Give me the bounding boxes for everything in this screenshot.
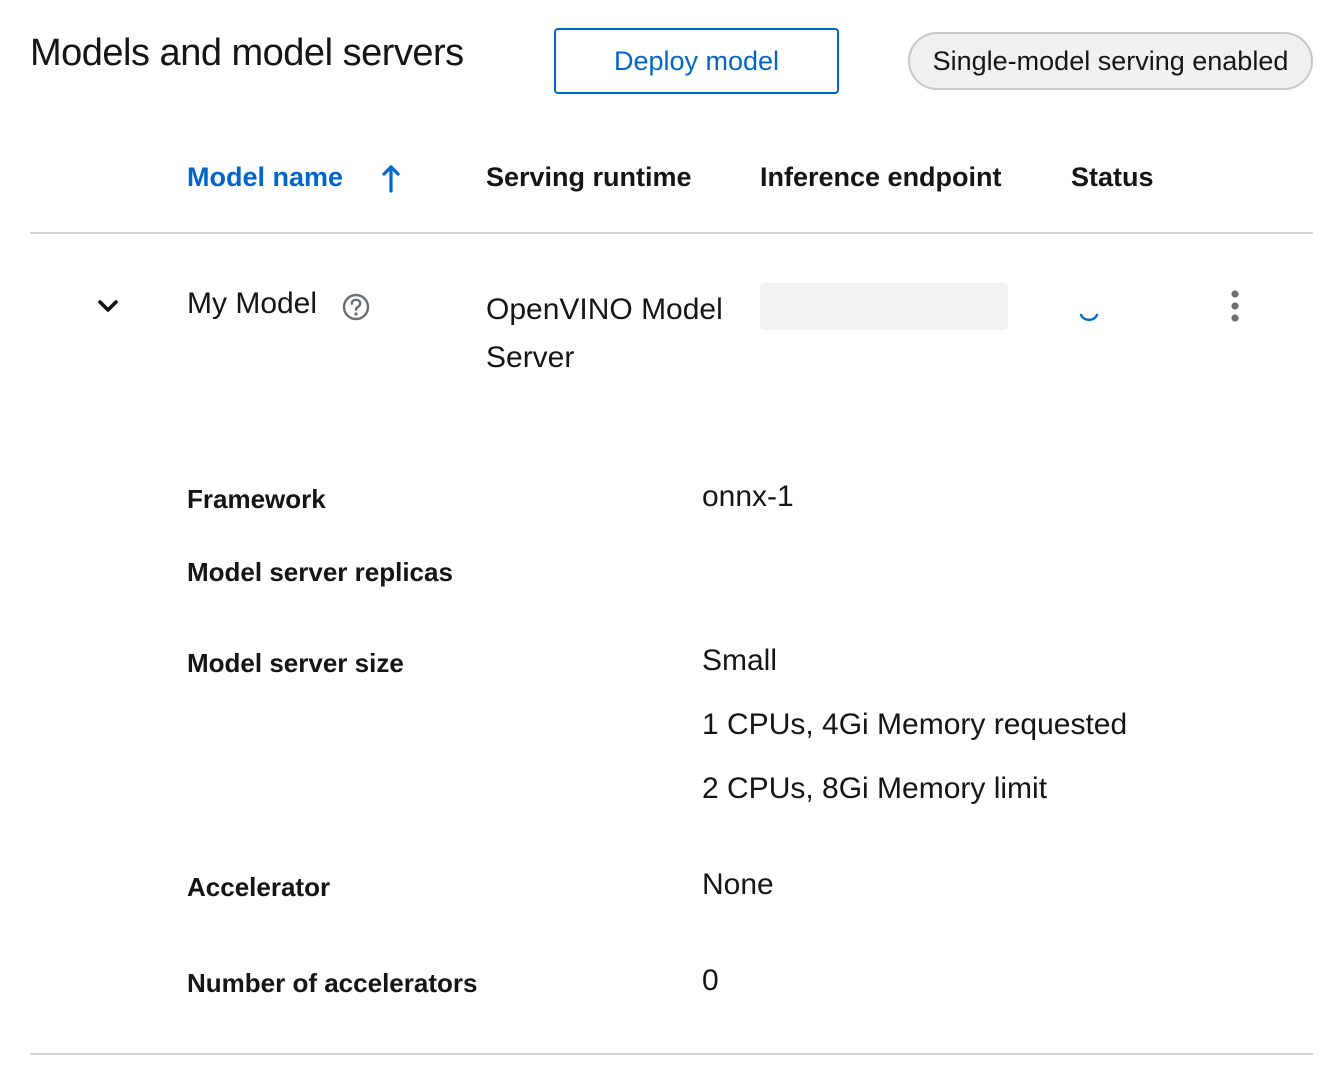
framework-value: onnx-1 xyxy=(702,480,794,513)
model-server-size-value: Small xyxy=(702,644,778,677)
column-header-status: Status xyxy=(1071,162,1154,192)
model-server-replicas-label: Model server replicas xyxy=(187,557,453,587)
chevron-down-icon[interactable] xyxy=(94,294,122,318)
row-divider xyxy=(30,1053,1313,1055)
framework-label: Framework xyxy=(187,484,326,514)
arrow-up-icon[interactable] xyxy=(380,164,402,194)
model-server-size-limit: 2 CPUs, 8Gi Memory limit xyxy=(702,772,1048,805)
model-server-size-requested: 1 CPUs, 4Gi Memory requested xyxy=(702,708,1128,741)
accelerator-label: Accelerator xyxy=(187,872,331,902)
page-title: Models and model servers xyxy=(30,32,464,74)
column-header-model-name[interactable]: Model name xyxy=(187,162,343,193)
serving-runtime-name: OpenVINO Model Server xyxy=(486,293,723,374)
serving-mode-badge: Single-model serving enabled xyxy=(908,32,1313,90)
model-name: My Model xyxy=(187,287,318,320)
number-of-accelerators-label: Number of accelerators xyxy=(187,968,478,998)
number-of-accelerators-value: 0 xyxy=(702,964,719,997)
inference-endpoint-skeleton xyxy=(760,283,1008,330)
column-header-inference-endpoint: Inference endpoint xyxy=(760,162,1002,192)
deploy-model-button[interactable]: Deploy model xyxy=(554,28,839,94)
header-divider xyxy=(30,232,1313,234)
question-circle-icon[interactable] xyxy=(341,292,371,322)
kebab-menu-icon[interactable] xyxy=(1222,288,1248,326)
accelerator-value: None xyxy=(702,868,774,901)
model-server-size-label: Model server size xyxy=(187,648,404,678)
column-header-serving-runtime: Serving runtime xyxy=(486,162,692,192)
loading-spinner-icon xyxy=(1079,313,1099,322)
